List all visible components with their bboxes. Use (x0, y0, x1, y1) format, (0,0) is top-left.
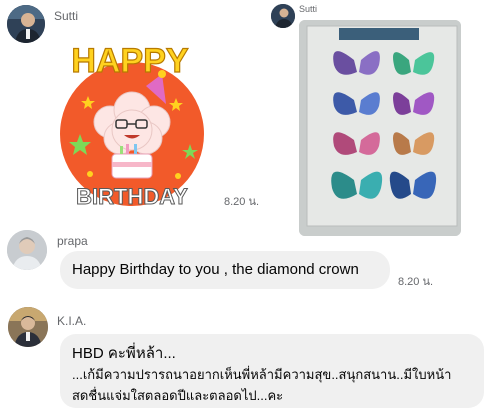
message-bubble[interactable]: Happy Birthday to you , the diamond crow… (60, 251, 390, 289)
sender-avatar-prapa[interactable] (7, 230, 47, 270)
message-timestamp: 8.20 น. (224, 196, 260, 208)
message-text: Happy Birthday to you , the diamond crow… (72, 261, 359, 278)
sender-avatar-sutti[interactable] (7, 5, 45, 43)
sender-name: prapa (57, 234, 88, 248)
butterfly-decoration-photo[interactable] (299, 20, 461, 236)
message-text-line: HBD คะพี่หล้า... (72, 345, 176, 362)
sender-avatar-sutti-small[interactable] (271, 4, 295, 28)
sender-name: Sutti (54, 9, 79, 23)
sticker-happy-text: HAPPY (71, 42, 188, 80)
message-bubble[interactable]: HBD คะพี่หล้า... ...เก้มีความปรารถนาอยาก… (60, 334, 484, 408)
sticker-birthday-text: BIRTHDAY (76, 184, 188, 209)
sender-name: K.I.A. (57, 314, 87, 328)
message-text-line: ...เก้มีความปรารถนาอยากเห็นพี่หล้ามีความ… (72, 367, 452, 382)
message-timestamp: 8.20 น. (398, 276, 434, 288)
birthday-sticker[interactable]: HAPPY BIRTHDAY (50, 34, 210, 210)
message-text-line: สดชื่นแจ่มใสตลอดปีและตลอดไป...คะ (72, 388, 284, 403)
sender-name: Sutti (299, 4, 318, 14)
sender-avatar-kia[interactable] (8, 307, 48, 347)
